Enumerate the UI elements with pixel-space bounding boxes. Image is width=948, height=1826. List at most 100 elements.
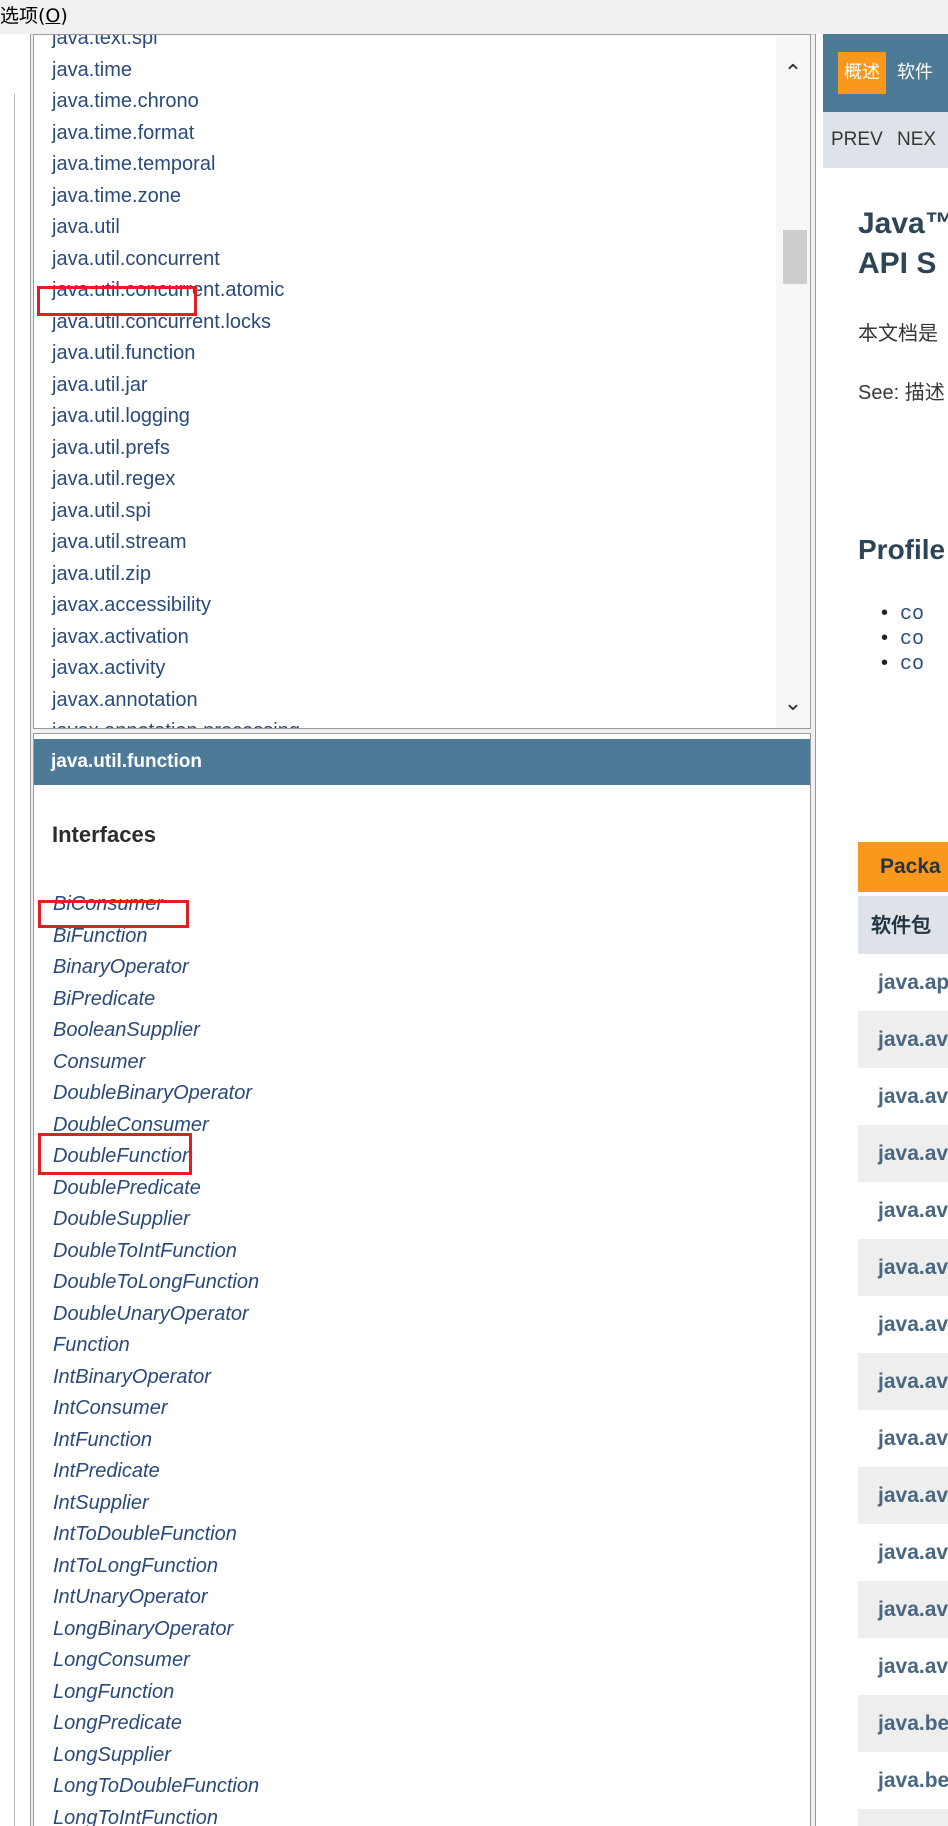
package-link[interactable]: java.util.concurrent.atomic bbox=[52, 275, 300, 307]
package-link[interactable]: java.util bbox=[52, 212, 300, 244]
interface-link[interactable]: LongPredicate bbox=[53, 1708, 259, 1740]
scrollbar-thumb[interactable] bbox=[783, 230, 807, 284]
page-title: Java™ API S bbox=[858, 204, 948, 284]
interface-link[interactable]: DoubleBinaryOperator bbox=[53, 1078, 259, 1110]
next-link[interactable]: NEX bbox=[897, 112, 936, 168]
interface-link[interactable]: IntUnaryOperator bbox=[53, 1582, 259, 1614]
interface-link[interactable]: IntBinaryOperator bbox=[53, 1362, 259, 1394]
package-link[interactable]: java.util.regex bbox=[52, 464, 300, 496]
table-row[interactable]: java.av bbox=[858, 1524, 948, 1581]
interface-link[interactable]: Consumer bbox=[53, 1047, 259, 1079]
table-row[interactable]: java.io bbox=[858, 1809, 948, 1826]
interface-link[interactable]: IntConsumer bbox=[53, 1393, 259, 1425]
interface-link[interactable]: DoubleToLongFunction bbox=[53, 1267, 259, 1299]
package-list-scrollbar[interactable]: ⌃ ⌄ bbox=[776, 35, 810, 728]
table-row[interactable]: java.ap bbox=[858, 954, 948, 1011]
chevron-down-icon[interactable]: ⌄ bbox=[776, 687, 810, 721]
packages-table: 软件包 java.ap java.av java.av java.av java.av j… bbox=[858, 896, 948, 1826]
class-frame-package-title[interactable]: java.util.function bbox=[34, 739, 810, 785]
table-row[interactable]: java.be bbox=[858, 1695, 948, 1752]
package-link[interactable]: java.text.spi bbox=[52, 35, 300, 55]
package-link[interactable]: java.util.zip bbox=[52, 559, 300, 591]
table-row[interactable]: java.av bbox=[858, 1011, 948, 1068]
table-row[interactable]: java.av bbox=[858, 1068, 948, 1125]
menu-options[interactable]: 选项(O) bbox=[0, 1, 68, 28]
profile-link[interactable]: co bbox=[900, 653, 924, 676]
package-link[interactable]: java.util.jar bbox=[52, 370, 300, 402]
table-row[interactable]: java.av bbox=[858, 1410, 948, 1467]
see-description-link[interactable]: See: 描述 bbox=[858, 376, 945, 405]
package-link[interactable]: javax.activation bbox=[52, 622, 300, 654]
package-link[interactable]: java.util.prefs bbox=[52, 433, 300, 465]
package-link[interactable]: javax.annotation.processing bbox=[52, 716, 300, 728]
interfaces-heading: Interfaces bbox=[52, 822, 156, 847]
table-row[interactable]: java.av bbox=[858, 1182, 948, 1239]
interface-link[interactable]: DoubleFunction bbox=[53, 1141, 259, 1173]
profiles-heading: Profile bbox=[858, 534, 946, 565]
interface-link[interactable]: DoublePredicate bbox=[53, 1173, 259, 1205]
package-link[interactable]: java.util.function bbox=[52, 338, 300, 370]
left-edge-divider bbox=[0, 94, 15, 1826]
interface-link[interactable]: DoubleUnaryOperator bbox=[53, 1299, 259, 1331]
chevron-up-icon[interactable]: ⌃ bbox=[776, 57, 810, 91]
package-link[interactable]: java.util.stream bbox=[52, 527, 300, 559]
sub-navbar: PREV NEX bbox=[823, 112, 948, 168]
interface-link[interactable]: LongFunction bbox=[53, 1677, 259, 1709]
table-row[interactable]: java.av bbox=[858, 1638, 948, 1695]
package-link[interactable]: java.util.concurrent.locks bbox=[52, 307, 300, 339]
profile-link[interactable]: co bbox=[900, 628, 924, 651]
package-link[interactable]: javax.accessibility bbox=[52, 590, 300, 622]
interface-link[interactable]: LongToDoubleFunction bbox=[53, 1771, 259, 1803]
table-row[interactable]: java.av bbox=[858, 1296, 948, 1353]
profile-item[interactable]: • co bbox=[881, 627, 924, 651]
interface-link[interactable]: BiPredicate bbox=[53, 984, 259, 1016]
interface-link[interactable]: BinaryOperator bbox=[53, 952, 259, 984]
package-link[interactable]: java.util.spi bbox=[52, 496, 300, 528]
package-link[interactable]: javax.activity bbox=[52, 653, 300, 685]
table-row[interactable]: java.be bbox=[858, 1752, 948, 1809]
interface-link[interactable]: IntToLongFunction bbox=[53, 1551, 259, 1583]
profile-item[interactable]: • co bbox=[881, 652, 924, 676]
page-title-line2: API S bbox=[858, 247, 937, 280]
package-link[interactable]: java.time.temporal bbox=[52, 149, 300, 181]
interface-link[interactable]: IntFunction bbox=[53, 1425, 259, 1457]
table-row[interactable]: java.av bbox=[858, 1467, 948, 1524]
table-row[interactable]: java.av bbox=[858, 1581, 948, 1638]
table-row[interactable]: java.av bbox=[858, 1353, 948, 1410]
interface-link[interactable]: DoubleSupplier bbox=[53, 1204, 259, 1236]
table-row[interactable]: java.av bbox=[858, 1125, 948, 1182]
interface-link[interactable]: DoubleConsumer bbox=[53, 1110, 259, 1142]
page-title-line1: Java™ bbox=[858, 207, 948, 240]
package-link[interactable]: javax.annotation bbox=[52, 685, 300, 717]
interface-link[interactable]: LongBinaryOperator bbox=[53, 1614, 259, 1646]
interface-link[interactable]: IntPredicate bbox=[53, 1456, 259, 1488]
package-link[interactable]: java.util.logging bbox=[52, 401, 300, 433]
packages-table-caption: Packa bbox=[858, 842, 948, 892]
package-link[interactable]: java.time bbox=[52, 55, 300, 87]
nav-overview-tab[interactable]: 概述 bbox=[838, 52, 886, 94]
interface-link[interactable]: LongSupplier bbox=[53, 1740, 259, 1772]
bullet-icon: • bbox=[881, 627, 889, 649]
profile-item[interactable]: • co bbox=[881, 602, 924, 626]
interface-link[interactable]: Function bbox=[53, 1330, 259, 1362]
interface-link[interactable]: BiConsumer bbox=[53, 889, 259, 921]
package-link[interactable]: java.time.zone bbox=[52, 181, 300, 213]
package-link[interactable]: java.util.concurrent bbox=[52, 244, 300, 276]
interface-link[interactable]: BooleanSupplier bbox=[53, 1015, 259, 1047]
interface-link[interactable]: IntToDoubleFunction bbox=[53, 1519, 259, 1551]
interface-link[interactable]: LongConsumer bbox=[53, 1645, 259, 1677]
interface-link[interactable]: DoubleToIntFunction bbox=[53, 1236, 259, 1268]
package-list: java.text.spi java.time java.time.chrono ja… bbox=[52, 35, 300, 728]
class-list-frame: java.util.function Interfaces BiConsumer… bbox=[33, 733, 811, 1826]
prev-link[interactable]: PREV bbox=[831, 112, 883, 168]
table-row[interactable]: java.av bbox=[858, 1239, 948, 1296]
interface-list: BiConsumer BiFunction BinaryOperator BiPred… bbox=[53, 889, 259, 1826]
interface-link[interactable]: IntSupplier bbox=[53, 1488, 259, 1520]
interface-link[interactable]: BiFunction bbox=[53, 921, 259, 953]
package-link[interactable]: java.time.format bbox=[52, 118, 300, 150]
interface-link[interactable]: LongToIntFunction bbox=[53, 1803, 259, 1826]
package-link[interactable]: java.time.chrono bbox=[52, 86, 300, 118]
profile-link[interactable]: co bbox=[900, 603, 924, 626]
packages-table-header: 软件包 bbox=[858, 896, 948, 954]
nav-package-tab[interactable]: 软件 bbox=[897, 52, 933, 94]
